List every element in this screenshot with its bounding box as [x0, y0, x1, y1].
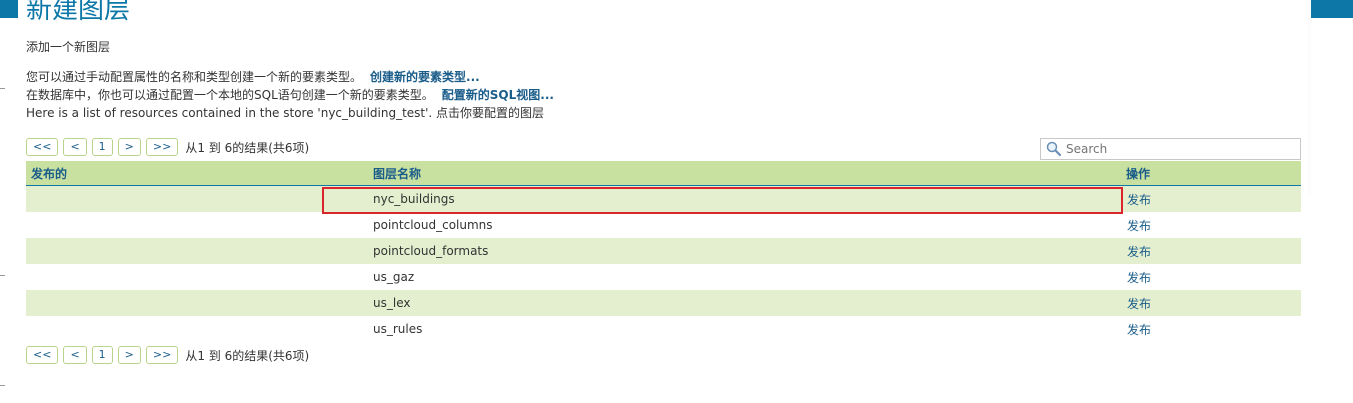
pager-first-button[interactable]: << — [26, 138, 59, 156]
cell-action: 发布 — [1100, 185, 1301, 212]
pager-bottom: << < 1 > >> 从1 到 6的结果(共6项) — [26, 346, 309, 364]
column-header-action: 操作 — [1100, 161, 1301, 186]
cell-layer-name: pointcloud_formats — [347, 238, 1100, 264]
layer-name: pointcloud_columns — [373, 218, 493, 232]
table-header-row: 发布的 图层名称 操作 — [26, 161, 1301, 186]
pager-prev-button[interactable]: < — [63, 346, 87, 364]
publish-link[interactable]: 发布 — [1127, 297, 1151, 311]
pager-next-button[interactable]: > — [117, 138, 141, 156]
search-input[interactable] — [1063, 140, 1296, 158]
table-row: us_rules 发布 — [26, 316, 1301, 342]
cell-published — [26, 316, 347, 342]
layers-table: 发布的 图层名称 操作 nyc_buildings 发布 pointcloud_… — [26, 161, 1301, 342]
table-row: nyc_buildings 发布 — [26, 185, 1301, 212]
cell-layer-name: pointcloud_columns — [347, 212, 1100, 238]
intro-line-2: 在数据库中，你也可以通过配置一个本地的SQL语句创建一个新的要素类型。 配置新的S… — [26, 86, 554, 103]
pager-info: 从1 到 6的结果(共6项) — [185, 348, 310, 363]
configure-sql-view-link[interactable]: 配置新的SQL视图... — [442, 88, 554, 102]
edge-tick — [0, 275, 5, 276]
cell-layer-name: us_gaz — [347, 264, 1100, 290]
cell-action: 发布 — [1100, 264, 1301, 290]
search-box — [1040, 138, 1301, 160]
layer-name: us_lex — [373, 296, 411, 310]
page-title: 新建图层 — [26, 0, 131, 25]
cell-published — [26, 238, 347, 264]
pager-info: 从1 到 6的结果(共6项) — [185, 140, 310, 155]
column-header-published[interactable]: 发布的 — [26, 161, 347, 186]
pager-page-button[interactable]: 1 — [91, 138, 113, 156]
column-header-layer-name[interactable]: 图层名称 — [347, 161, 1100, 186]
layer-name: us_gaz — [373, 270, 415, 284]
publish-link[interactable]: 发布 — [1127, 193, 1151, 207]
cell-action: 发布 — [1100, 212, 1301, 238]
table-row: pointcloud_formats 发布 — [26, 238, 1301, 264]
pager-prev-button[interactable]: < — [63, 138, 87, 156]
pager-last-button[interactable]: >> — [145, 346, 179, 364]
intro-line-1: 您可以通过手动配置属性的名称和类型创建一个新的要素类型。 创建新的要素类型... — [26, 68, 480, 85]
cell-published — [26, 264, 347, 290]
pager-next-button[interactable]: > — [117, 346, 141, 364]
cell-action: 发布 — [1100, 238, 1301, 264]
top-bar-left — [0, 0, 18, 18]
publish-link[interactable]: 发布 — [1127, 271, 1151, 285]
table-row: us_gaz 发布 — [26, 264, 1301, 290]
table-row: pointcloud_columns 发布 — [26, 212, 1301, 238]
top-bar-right — [1311, 0, 1353, 18]
create-feature-type-link[interactable]: 创建新的要素类型... — [370, 70, 480, 84]
publish-link[interactable]: 发布 — [1127, 219, 1151, 233]
layer-name: pointcloud_formats — [373, 244, 489, 258]
table-row: us_lex 发布 — [26, 290, 1301, 316]
pager-first-button[interactable]: << — [26, 346, 59, 364]
publish-link[interactable]: 发布 — [1127, 323, 1151, 337]
intro-line-1-text: 您可以通过手动配置属性的名称和类型创建一个新的要素类型。 — [26, 70, 363, 84]
edge-tick — [0, 385, 5, 386]
layer-name: nyc_buildings — [373, 192, 455, 206]
pager-last-button[interactable]: >> — [145, 138, 179, 156]
cell-layer-name: us_rules — [347, 316, 1100, 342]
cell-layer-name: us_lex — [347, 290, 1100, 316]
cell-published — [26, 212, 347, 238]
search-icon — [1045, 140, 1063, 158]
cell-action: 发布 — [1100, 290, 1301, 316]
pager-top: << < 1 > >> 从1 到 6的结果(共6项) — [26, 138, 309, 156]
edge-tick — [0, 88, 5, 89]
layer-name: us_rules — [373, 322, 423, 336]
page-subtitle: 添加一个新图层 — [26, 40, 111, 54]
cell-layer-name: nyc_buildings — [347, 185, 1100, 212]
intro-line-3: Here is a list of resources contained in… — [26, 106, 545, 120]
intro-line-2-text: 在数据库中，你也可以通过配置一个本地的SQL语句创建一个新的要素类型。 — [26, 88, 434, 102]
cell-published — [26, 185, 347, 212]
publish-link[interactable]: 发布 — [1127, 245, 1151, 259]
cell-published — [26, 290, 347, 316]
pager-page-button[interactable]: 1 — [91, 346, 113, 364]
cell-action: 发布 — [1100, 316, 1301, 342]
